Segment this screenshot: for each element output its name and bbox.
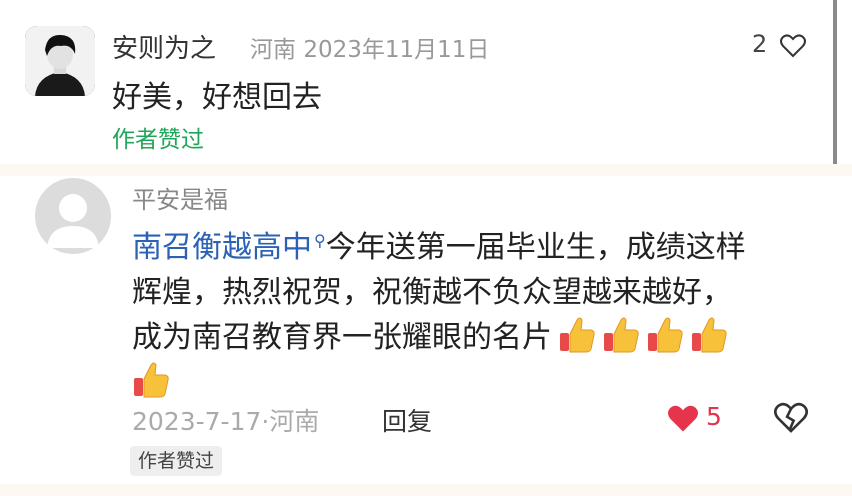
comment-location: 河南 xyxy=(250,37,296,63)
author-liked-badge: 作者赞过 xyxy=(130,446,223,476)
broken-heart-icon[interactable] xyxy=(774,402,808,438)
avatar[interactable] xyxy=(35,178,111,254)
thumbs-up-icon xyxy=(558,315,596,355)
heart-filled-icon[interactable] xyxy=(666,404,700,438)
comment-text-line-1: 今年送第一届毕业生，成绩这样 xyxy=(325,230,746,265)
avatar[interactable] xyxy=(25,26,95,96)
comment-meta: 河南 2023年11月11日 xyxy=(250,30,489,64)
thumbs-up-icon xyxy=(646,315,684,355)
like-count: 2 xyxy=(752,30,768,58)
comment-username[interactable]: 平安是福 xyxy=(132,180,228,215)
search-icon[interactable]: ⚲ xyxy=(314,231,326,250)
comment-date-location: 2023-7-17·河南 xyxy=(132,407,320,436)
comment-date: 2023年11月11日 xyxy=(303,37,490,63)
comment-item-1: 安则为之 河南 2023年11月11日 2 好美，好想回去 作者赞过 xyxy=(0,0,852,164)
thumbs-up-icon xyxy=(690,315,728,355)
comment-username[interactable]: 安则为之 xyxy=(112,28,216,65)
divider xyxy=(0,484,852,496)
search-link[interactable]: 南召衡越高中 xyxy=(132,230,312,265)
thumbs-up-icon xyxy=(132,360,170,400)
author-liked-label: 作者赞过 xyxy=(112,127,204,153)
comment-text-line-3: 成为南召教育界一张耀眼的名片 xyxy=(132,320,552,355)
reply-button[interactable]: 回复 xyxy=(382,402,432,438)
like-count: 5 xyxy=(706,402,722,431)
comment-text-line-2: 辉煌，热烈祝贺，祝衡越不负众望越来越好， xyxy=(132,275,732,310)
comment-text: 南召衡越高中 ⚲今年送第一届毕业生，成绩这样 辉煌，热烈祝贺，祝衡越不负众望越来越… xyxy=(132,218,822,405)
scrollbar[interactable] xyxy=(833,0,837,164)
thumbs-up-icon xyxy=(602,315,640,355)
comment-text: 好美，好想回去 xyxy=(112,80,322,115)
heart-outline-icon[interactable] xyxy=(780,34,806,62)
divider xyxy=(0,164,852,176)
